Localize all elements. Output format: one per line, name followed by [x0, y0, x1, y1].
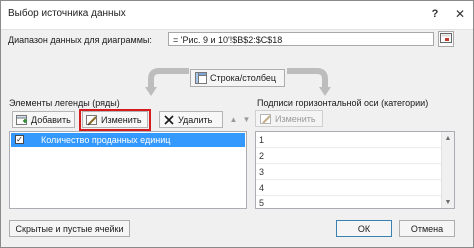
row-divider — [256, 179, 442, 180]
range-select-button[interactable] — [438, 31, 454, 47]
scroll-down-icon[interactable]: ▼ — [442, 196, 454, 208]
legend-series-list: ✓ Количество проданных единиц — [9, 131, 247, 209]
list-item[interactable]: 3 — [259, 167, 264, 177]
ok-button[interactable]: ОК — [336, 220, 392, 237]
delete-series-button[interactable]: Удалить — [159, 111, 223, 128]
help-button[interactable]: ? — [426, 5, 444, 23]
row-divider — [256, 147, 442, 148]
add-series-button[interactable]: Добавить — [12, 111, 75, 128]
collapse-dialog-icon — [440, 33, 452, 45]
switch-row-column-icon — [195, 72, 207, 84]
dialog-title: Выбор источника данных — [8, 8, 126, 19]
edit-button-highlight — [79, 109, 151, 131]
select-data-source-dialog: Выбор источника данных ? ✕ Диапазон данн… — [0, 0, 474, 248]
axis-labels-list: 1 2 3 4 5 ▲ ▼ — [255, 131, 455, 209]
vertical-scrollbar[interactable]: ▲ ▼ — [441, 132, 454, 208]
cancel-button[interactable]: Отмена — [399, 220, 455, 237]
edit-axis-labels-label: Изменить — [275, 113, 316, 124]
curved-arrow-left-icon — [145, 68, 189, 96]
edit-icon — [260, 113, 272, 125]
series-name: Количество проданных единиц — [41, 135, 171, 145]
curved-arrow-right-icon — [287, 68, 331, 96]
list-item[interactable]: 1 — [259, 135, 264, 145]
move-up-icon[interactable]: ▲ — [227, 111, 240, 127]
row-divider — [256, 163, 442, 164]
series-checkbox[interactable]: ✓ — [15, 135, 24, 144]
move-down-icon[interactable]: ▼ — [240, 111, 253, 127]
axis-labels-title: Подписи горизонтальной оси (категории) — [257, 98, 429, 108]
data-range-label: Диапазон данных для диаграммы: — [8, 35, 152, 45]
close-button[interactable]: ✕ — [451, 5, 469, 23]
add-icon — [16, 114, 28, 126]
hidden-empty-cells-button[interactable]: Скрытые и пустые ячейки — [9, 220, 130, 237]
list-item[interactable]: 5 — [259, 198, 264, 208]
list-item[interactable]: 4 — [259, 183, 264, 193]
title-bar: Выбор источника данных ? ✕ — [1, 1, 473, 30]
edit-axis-labels-button[interactable]: Изменить — [255, 110, 323, 127]
list-item[interactable]: 2 — [259, 151, 264, 161]
switch-row-column-button[interactable]: Строка/столбец — [190, 69, 285, 87]
delete-series-label: Удалить — [178, 114, 213, 125]
switch-row-column-label: Строка/столбец — [210, 73, 277, 83]
list-item[interactable]: ✓ Количество проданных единиц — [11, 133, 245, 147]
row-divider — [256, 195, 442, 196]
data-range-input[interactable]: = 'Рис. 9 и 10'!$B$2:$C$18 — [168, 32, 434, 46]
legend-entries-title: Элементы легенды (ряды) — [9, 98, 120, 108]
scroll-up-icon[interactable]: ▲ — [442, 132, 454, 144]
add-series-label: Добавить — [31, 114, 71, 125]
delete-icon — [163, 114, 175, 126]
